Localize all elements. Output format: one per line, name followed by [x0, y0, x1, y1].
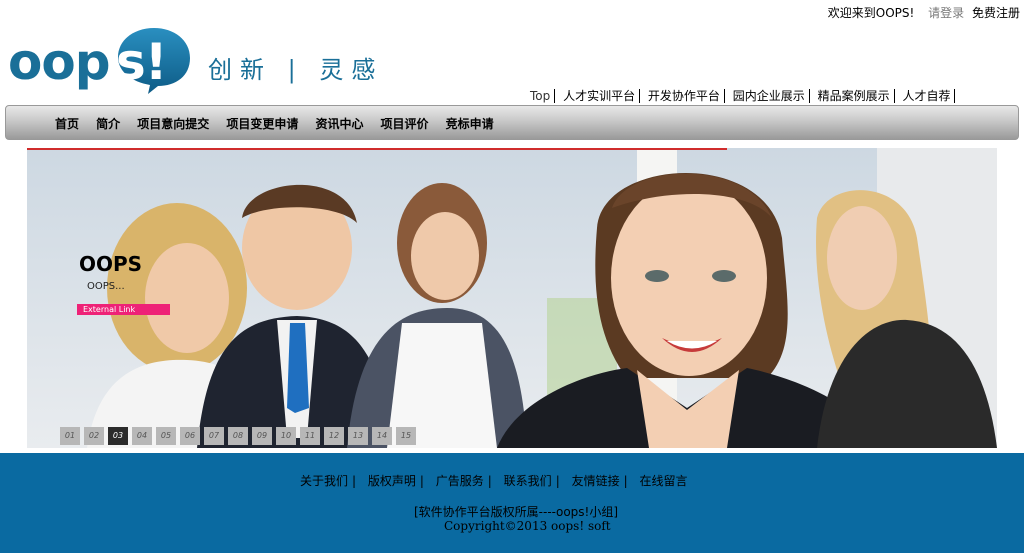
nav-item-home[interactable]: 首页	[55, 115, 79, 132]
nav-item-intro[interactable]: 简介	[96, 115, 120, 132]
nav-item-project-review[interactable]: 项目评价	[381, 115, 429, 132]
quick-link-talent-recommend[interactable]: 人才自荐	[898, 89, 956, 103]
banner-top-rule	[27, 148, 727, 150]
slide-page-button[interactable]: 08	[228, 427, 248, 445]
slide-page-button[interactable]: 10	[276, 427, 296, 445]
top-user-bar: 欢迎来到OOPS! 请登录 免费注册	[828, 4, 1020, 21]
quick-link-dev-collab[interactable]: 开发协作平台	[643, 89, 725, 103]
slide-page-button[interactable]: 12	[324, 427, 344, 445]
footer-links: 关于我们 | 版权声明 | 广告服务 | 联系我们 | 友情链接 | 在线留言	[300, 472, 691, 489]
slide-page-button[interactable]: 09	[252, 427, 272, 445]
footer-separator: |	[487, 474, 492, 488]
slide-page-button[interactable]: 01	[60, 427, 80, 445]
footer-separator: |	[623, 474, 628, 488]
footer-link-copyright[interactable]: 版权声明	[368, 474, 416, 488]
footer-separator: |	[352, 474, 357, 488]
banner-title: OOPS	[79, 252, 143, 276]
nav-item-bid-apply[interactable]: 竞标申请	[446, 115, 494, 132]
footer-link-ads[interactable]: 广告服务	[436, 474, 484, 488]
site-logo[interactable]: oop s!	[8, 24, 193, 96]
footer-separator: |	[419, 474, 424, 488]
slogan: 创新 | 灵感	[208, 56, 384, 84]
quick-link-case-showcase[interactable]: 精品案例展示	[813, 89, 895, 103]
slide-page-button[interactable]: 13	[348, 427, 368, 445]
footer-ownership: [软件协作平台版权所属----oops!小组]	[414, 505, 619, 519]
footer-copyright: Copyright©2013 oops! soft	[444, 519, 611, 533]
slide-page-button[interactable]: 06	[180, 427, 200, 445]
register-link[interactable]: 免费注册	[972, 6, 1020, 20]
slide-page-button[interactable]: 03	[108, 427, 128, 445]
nav-item-project-submit[interactable]: 项目意向提交	[137, 115, 209, 132]
logo-text: oop	[8, 33, 110, 91]
slide-page-button[interactable]: 14	[372, 427, 392, 445]
quick-link-top[interactable]: Top	[530, 89, 556, 103]
quick-links: Top 人才实训平台 开发协作平台 园内企业展示 精品案例展示 人才自荐	[530, 87, 956, 104]
slide-page-button[interactable]: 15	[396, 427, 416, 445]
banner-subtitle: OOPS...	[87, 281, 125, 292]
footer-link-contact[interactable]: 联系我们	[504, 474, 552, 488]
nav-item-news[interactable]: 资讯中心	[315, 115, 363, 132]
footer-link-message[interactable]: 在线留言	[639, 474, 687, 488]
slide-page-button[interactable]: 02	[84, 427, 104, 445]
slide-page-button[interactable]: 05	[156, 427, 176, 445]
footer: 关于我们 | 版权声明 | 广告服务 | 联系我们 | 友情链接 | 在线留言 [软件协作…	[0, 453, 1024, 553]
footer-separator: |	[555, 474, 560, 488]
slide-page-button[interactable]: 11	[300, 427, 320, 445]
banner-external-link[interactable]: External Link	[77, 304, 170, 315]
banner-photo	[27, 148, 997, 448]
welcome-text: 欢迎来到OOPS!	[827, 6, 915, 20]
footer-link-about[interactable]: 关于我们	[300, 474, 348, 488]
slide-page-button[interactable]: 04	[132, 427, 152, 445]
login-link[interactable]: 请登录	[928, 6, 964, 20]
slide-pager: 01 02 03 04 05 06 07 08 09 10 11 12 13 14 15	[60, 423, 420, 445]
banner-slideshow[interactable]: OOPS OOPS... External Link 01 02 03 04 05 06 0…	[27, 148, 997, 448]
logo-bubble-text: s!	[116, 33, 168, 91]
nav-item-project-change[interactable]: 项目变更申请	[226, 115, 298, 132]
slide-page-button[interactable]: 07	[204, 427, 224, 445]
quick-link-enterprise-showcase[interactable]: 园内企业展示	[728, 89, 810, 103]
main-nav: 首页 简介 项目意向提交 项目变更申请 资讯中心 项目评价 竞标申请	[5, 105, 1019, 140]
footer-link-friends[interactable]: 友情链接	[572, 474, 620, 488]
quick-link-talent-training[interactable]: 人才实训平台	[559, 89, 641, 103]
